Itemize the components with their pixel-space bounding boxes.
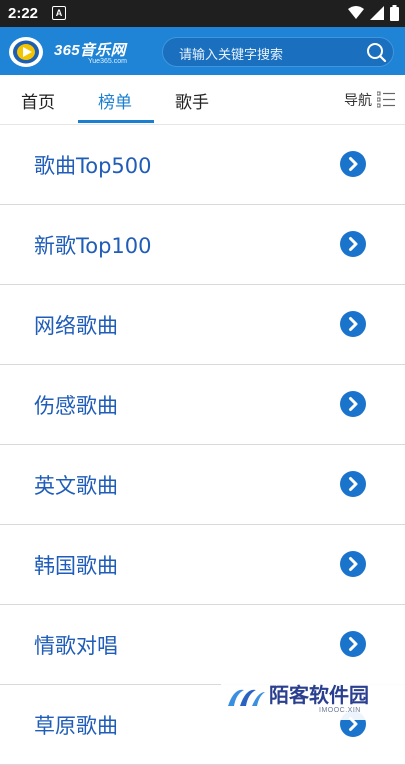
status-bar: 2:22 A	[0, 0, 405, 27]
battery-icon	[390, 5, 399, 21]
nav-button[interactable]: 导航	[344, 90, 372, 110]
list-item[interactable]: 情歌对唱	[0, 605, 405, 685]
app-logo[interactable]: 365音乐网 Yue365.com	[8, 35, 148, 69]
list-item-label: 草原歌曲	[34, 714, 118, 738]
tab-home[interactable]: 首页	[21, 88, 55, 113]
app-header: 365音乐网 Yue365.com 请输入关键字搜索	[0, 27, 405, 75]
watermark-subtitle: IMOOC.XIN	[319, 707, 361, 714]
list-item[interactable]: 伤感歌曲	[0, 365, 405, 445]
list-item-label: 网络歌曲	[34, 314, 118, 338]
search-icon[interactable]	[365, 41, 387, 63]
chevron-right-icon	[340, 471, 366, 497]
list-item[interactable]: 歌曲Top500	[0, 125, 405, 205]
list-item[interactable]: 英文歌曲	[0, 445, 405, 525]
list-item[interactable]: 网络歌曲	[0, 285, 405, 365]
chevron-right-icon	[340, 391, 366, 417]
chevron-right-icon	[340, 151, 366, 177]
list-item[interactable]: 韩国歌曲	[0, 525, 405, 605]
signal-icon	[370, 6, 384, 20]
status-time: 2:22	[8, 5, 39, 22]
watermark-logo-icon	[228, 689, 265, 706]
notification-icon: A	[52, 6, 66, 20]
play-logo-icon	[9, 37, 43, 67]
menu-list-icon[interactable]	[377, 91, 395, 108]
list-item[interactable]: 新歌Top100	[0, 205, 405, 285]
chevron-right-icon	[340, 551, 366, 577]
wifi-icon	[348, 6, 364, 19]
list-item-label: 情歌对唱	[34, 634, 118, 658]
list-item-label: 韩国歌曲	[34, 554, 118, 578]
watermark: 陌客软件园 IMOOC.XIN	[221, 676, 405, 720]
list-item-label: 新歌Top100	[34, 234, 152, 258]
list-item-label: 英文歌曲	[34, 474, 118, 498]
chevron-right-icon	[340, 631, 366, 657]
chart-list: 歌曲Top500 新歌Top100 网络歌曲 伤感歌曲 英文歌曲 韩国歌曲 情歌…	[0, 125, 405, 765]
tab-singers[interactable]: 歌手	[175, 88, 209, 113]
list-item-label: 伤感歌曲	[34, 394, 118, 418]
chevron-right-icon	[340, 231, 366, 257]
watermark-title: 陌客软件园	[269, 683, 369, 707]
active-tab-indicator	[78, 120, 154, 123]
tab-charts[interactable]: 榜单	[98, 88, 132, 113]
logo-text: 365音乐网	[54, 42, 126, 59]
search-placeholder: 请输入关键字搜索	[179, 48, 284, 63]
logo-subtext: Yue365.com	[88, 58, 127, 65]
chevron-right-icon	[340, 311, 366, 337]
list-item-label: 歌曲Top500	[34, 154, 152, 178]
search-input[interactable]: 请输入关键字搜索	[162, 37, 394, 67]
tab-bar: 首页 榜单 歌手 导航	[0, 75, 405, 125]
status-icons	[348, 5, 399, 21]
